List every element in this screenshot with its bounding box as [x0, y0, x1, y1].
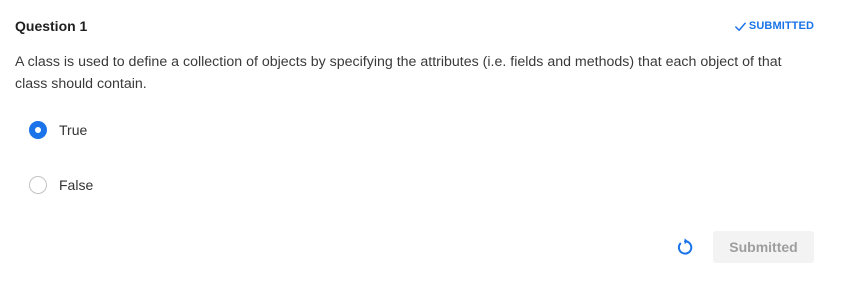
question-footer: Submitted	[675, 231, 814, 263]
question-text: A class is used to define a collection o…	[15, 54, 782, 92]
option-false[interactable]: False	[29, 174, 93, 196]
question-card: Question 1 SUBMITTED A class is used to …	[0, 0, 858, 290]
retry-icon[interactable]	[675, 237, 695, 257]
question-header: Question 1 SUBMITTED	[15, 15, 814, 37]
radio-unselected-icon[interactable]	[29, 176, 47, 194]
status-badge: SUBMITTED	[734, 20, 814, 33]
option-label: False	[59, 177, 94, 193]
question-title: Question 1	[15, 18, 88, 34]
check-icon	[735, 22, 746, 31]
status-label: SUBMITTED	[748, 20, 814, 32]
submitted-button[interactable]: Submitted	[713, 231, 814, 263]
option-label: True	[59, 122, 88, 138]
option-true[interactable]: True	[29, 119, 87, 141]
radio-selected-icon[interactable]	[29, 121, 47, 139]
